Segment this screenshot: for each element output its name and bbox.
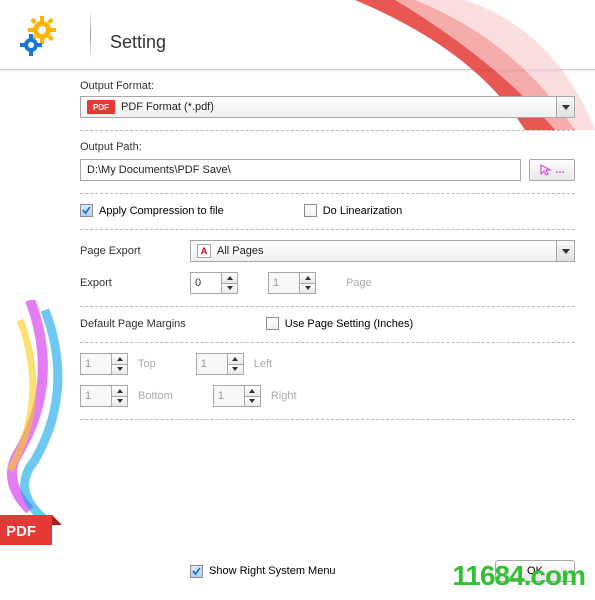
arrow-down-icon[interactable]: [300, 284, 315, 294]
settings-icon: [18, 12, 66, 60]
margin-left-spinner[interactable]: [196, 353, 244, 375]
output-format-combo[interactable]: PDF PDF Format (*.pdf): [80, 96, 575, 118]
ok-button[interactable]: OK: [495, 560, 575, 582]
browse-button[interactable]: ...: [529, 159, 575, 181]
margin-right-spinner[interactable]: [213, 385, 261, 407]
output-path-label: Output Path:: [80, 141, 575, 153]
arrow-up-icon[interactable]: [222, 273, 237, 284]
cursor-icon: [539, 163, 553, 177]
checkbox-checked-icon: [80, 204, 93, 217]
page-export-combo[interactable]: A All Pages: [190, 240, 575, 262]
pages-icon: A: [197, 244, 211, 258]
arrow-down-icon[interactable]: [112, 397, 127, 407]
output-format-value: PDF Format (*.pdf): [121, 101, 556, 113]
margin-right-input[interactable]: [214, 386, 244, 406]
output-format-label: Output Format:: [80, 80, 575, 92]
arrow-up-icon[interactable]: [245, 386, 260, 397]
margin-bottom-spinner[interactable]: [80, 385, 128, 407]
margin-left-input[interactable]: [197, 354, 227, 374]
divider: [80, 229, 575, 230]
apply-compression-label: Apply Compression to file: [99, 205, 224, 217]
margin-bottom-input[interactable]: [81, 386, 111, 406]
margin-bottom-label: Bottom: [138, 390, 173, 402]
checkbox-unchecked-icon: [266, 317, 279, 330]
show-right-menu-checkbox[interactable]: Show Right System Menu: [190, 565, 336, 578]
margins-label: Default Page Margins: [80, 318, 186, 330]
arrow-down-icon[interactable]: [222, 284, 237, 294]
divider: [80, 419, 575, 420]
page-export-value: All Pages: [217, 245, 556, 257]
arrow-up-icon[interactable]: [112, 386, 127, 397]
show-right-menu-label: Show Right System Menu: [209, 565, 336, 577]
margin-top-spinner[interactable]: [80, 353, 128, 375]
divider: [80, 342, 575, 343]
export-to-input[interactable]: [269, 273, 299, 293]
do-linearization-label: Do Linearization: [323, 205, 403, 217]
arrow-down-icon[interactable]: [245, 397, 260, 407]
arrow-up-icon[interactable]: [112, 354, 127, 365]
checkbox-unchecked-icon: [304, 204, 317, 217]
use-page-setting-checkbox[interactable]: Use Page Setting (Inches): [266, 317, 413, 330]
export-from-spinner[interactable]: [190, 272, 238, 294]
export-label: Export: [80, 277, 160, 289]
output-path-input[interactable]: D:\My Documents\PDF Save\: [80, 159, 521, 181]
arrow-down-icon[interactable]: [228, 365, 243, 375]
do-linearization-checkbox[interactable]: Do Linearization: [304, 204, 403, 217]
pdf-badge-icon: PDF: [87, 100, 115, 114]
page-title: Setting: [110, 32, 166, 53]
page-export-label: Page Export: [80, 245, 160, 257]
arrow-down-icon[interactable]: [112, 365, 127, 375]
export-from-input[interactable]: [191, 273, 221, 293]
margin-top-label: Top: [138, 358, 156, 370]
svg-text:PDF: PDF: [6, 523, 36, 540]
use-page-setting-label: Use Page Setting (Inches): [285, 318, 413, 330]
divider: [80, 193, 575, 194]
sidebar-decoration: PDF: [0, 300, 75, 560]
apply-compression-checkbox[interactable]: Apply Compression to file: [80, 204, 224, 217]
margin-left-label: Left: [254, 358, 272, 370]
margin-right-label: Right: [271, 390, 297, 402]
arrow-up-icon[interactable]: [228, 354, 243, 365]
page-label: Page: [346, 277, 372, 289]
chevron-down-icon: [556, 241, 574, 261]
checkbox-checked-icon: [190, 565, 203, 578]
export-to-spinner[interactable]: [268, 272, 316, 294]
divider: [80, 130, 575, 131]
arrow-up-icon[interactable]: [300, 273, 315, 284]
margin-top-input[interactable]: [81, 354, 111, 374]
divider: [80, 306, 575, 307]
chevron-down-icon: [556, 97, 574, 117]
